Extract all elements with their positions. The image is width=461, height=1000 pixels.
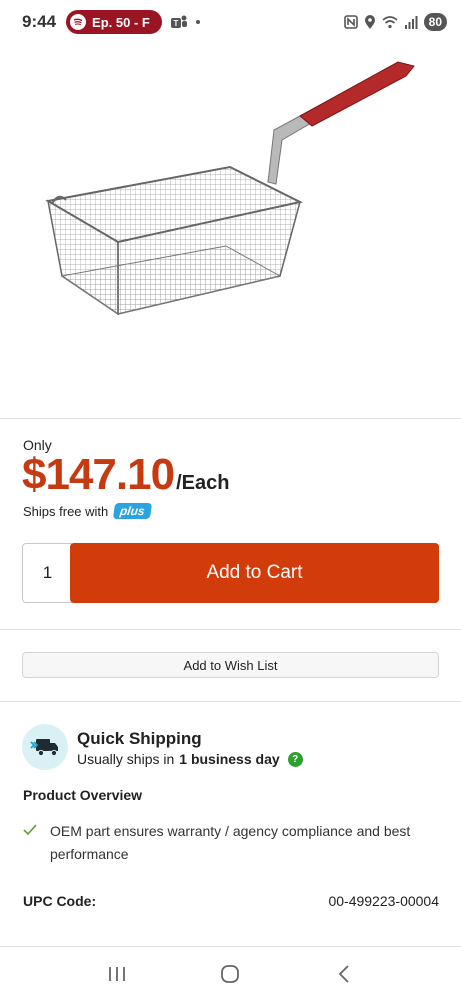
status-icons: 80 [343, 13, 447, 31]
fryer-basket-image [45, 61, 415, 316]
add-to-cart-button[interactable]: Add to Cart [70, 543, 439, 603]
status-bar: 9:44 Ep. 50 - F T 80 [0, 0, 461, 44]
battery-indicator: 80 [423, 13, 447, 31]
divider [0, 418, 461, 419]
price-row: $147.10 /Each [22, 450, 229, 500]
shipping-time: 1 business day [179, 751, 280, 767]
shipping-title: Quick Shipping [77, 729, 202, 748]
wifi-icon [382, 15, 398, 28]
divider [0, 629, 461, 630]
divider [0, 701, 461, 702]
shipping-subtitle-prefix: Usually ships in [77, 751, 175, 767]
checkmark-icon [23, 820, 41, 866]
system-nav-bar [0, 948, 461, 1000]
recent-apps-button[interactable] [102, 959, 132, 989]
teams-icon: T [171, 15, 188, 28]
divider [0, 946, 461, 947]
recent-apps-icon [108, 967, 125, 981]
back-icon [338, 965, 349, 983]
upc-value: 00-499223-00004 [328, 893, 439, 909]
ships-free-notice: Ships free with plus [23, 503, 153, 519]
list-item: OEM part ensures warranty / agency compl… [23, 820, 423, 866]
shipping-subtitle: Usually ships in 1 business day ? [77, 751, 303, 767]
svg-text:T: T [174, 19, 179, 28]
home-icon [221, 965, 240, 983]
quantity-input[interactable]: 1 [22, 543, 72, 603]
signal-icon [404, 15, 418, 29]
delivery-truck-icon [22, 724, 68, 770]
home-button[interactable] [215, 959, 245, 989]
media-pill-text: Ep. 50 - F [92, 14, 150, 30]
plus-badge[interactable]: plus [113, 503, 153, 519]
media-pill[interactable]: Ep. 50 - F [66, 10, 163, 34]
product-image[interactable] [0, 44, 461, 418]
notification-dot-icon [196, 20, 201, 24]
nfc-icon [343, 15, 358, 29]
location-icon [364, 14, 375, 29]
back-button[interactable] [329, 959, 359, 989]
overview-item-text: OEM part ensures warranty / agency compl… [50, 823, 411, 862]
add-to-wish-list-button[interactable]: Add to Wish List [22, 652, 439, 678]
status-time: 9:44 [22, 12, 57, 31]
upc-label: UPC Code: [23, 893, 97, 909]
spotify-icon [70, 14, 87, 30]
price-unit: /Each [176, 472, 230, 494]
price: $147.10 [22, 450, 175, 499]
question-icon[interactable]: ? [287, 751, 303, 767]
product-overview-title: Product Overview [23, 787, 143, 803]
ships-free-text: Ships free with [23, 503, 109, 519]
